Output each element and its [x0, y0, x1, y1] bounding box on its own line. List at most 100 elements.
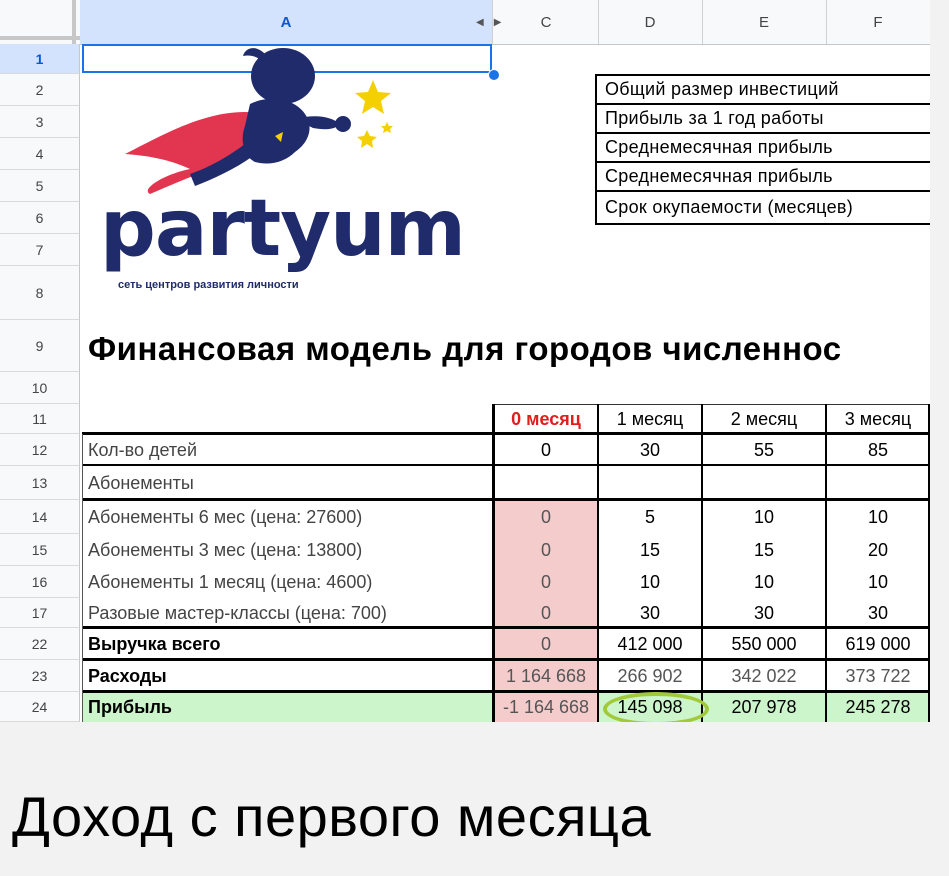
column-header-d[interactable]: D: [598, 0, 703, 44]
table-cell[interactable]: 85: [826, 434, 930, 466]
row-label[interactable]: Прибыль: [82, 692, 494, 722]
table-cell[interactable]: 619 000: [826, 628, 930, 660]
row-header[interactable]: 8: [0, 266, 80, 320]
table-cell[interactable]: 266 902: [598, 660, 702, 692]
row-header[interactable]: 2: [0, 74, 80, 106]
header-month-2[interactable]: 2 месяц: [702, 404, 826, 434]
row-header[interactable]: 1: [0, 44, 80, 74]
table-cell[interactable]: 30: [702, 598, 826, 628]
row-label[interactable]: Абонементы 3 мес (цена: 13800): [82, 534, 494, 566]
border-line: [492, 404, 495, 722]
header-month-3[interactable]: 3 месяц: [826, 404, 930, 434]
border-line: [82, 464, 930, 466]
table-cell[interactable]: 15: [598, 534, 702, 566]
row-header[interactable]: 14: [0, 500, 80, 534]
row-header[interactable]: 22: [0, 628, 80, 660]
highlight-oval: [603, 692, 709, 722]
table-cell[interactable]: 550 000: [702, 628, 826, 660]
column-header-e[interactable]: E: [702, 0, 827, 44]
star-icon: [381, 122, 393, 133]
row-header[interactable]: 17: [0, 598, 80, 628]
row-label[interactable]: Выручка всего: [82, 628, 494, 660]
table-cell[interactable]: 0: [494, 434, 598, 466]
table-cell[interactable]: 0: [494, 566, 598, 598]
row-header[interactable]: 15: [0, 534, 80, 566]
row-header[interactable]: 16: [0, 566, 80, 598]
table-cell[interactable]: 30: [598, 434, 702, 466]
border-line: [825, 404, 827, 722]
summary-item[interactable]: Среднемесячная прибыль: [597, 134, 930, 163]
table-cell[interactable]: 15: [702, 534, 826, 566]
border-line: [82, 690, 930, 693]
row-header[interactable]: 10: [0, 372, 80, 404]
border-line: [82, 432, 930, 435]
border-line: [597, 404, 599, 722]
border-line: [82, 434, 83, 722]
summary-item[interactable]: Общий размер инвестиций: [597, 76, 930, 105]
right-margin: [930, 0, 949, 722]
select-all-corner[interactable]: [0, 0, 81, 44]
table-cell[interactable]: 373 722: [826, 660, 930, 692]
row-header[interactable]: 23: [0, 660, 80, 692]
row-header[interactable]: 11: [0, 404, 80, 434]
arrow-left-icon[interactable]: ◀: [476, 17, 484, 28]
table-cell[interactable]: 30: [826, 598, 930, 628]
spreadsheet-view: A ◀ ▶ C D E F 1 2 3 4 5 6 7 8 9 10 11 12…: [0, 0, 930, 722]
row-label[interactable]: Абонементы: [82, 466, 494, 500]
summary-item[interactable]: Среднемесячная прибыль: [597, 163, 930, 192]
border-line: [82, 626, 930, 629]
row-label[interactable]: Расходы: [82, 660, 494, 692]
header-month-0[interactable]: 0 месяц: [494, 404, 598, 434]
table-cell[interactable]: 20: [826, 534, 930, 566]
table-cell[interactable]: 0: [494, 628, 598, 660]
table-cell[interactable]: 5: [598, 500, 702, 534]
column-header-f[interactable]: F: [826, 0, 930, 44]
table-cell[interactable]: 412 000: [598, 628, 702, 660]
summary-item[interactable]: Прибыль за 1 год работы: [597, 105, 930, 134]
summary-box: Общий размер инвестиций Прибыль за 1 год…: [595, 74, 930, 225]
star-icon: [355, 80, 391, 114]
row-header[interactable]: 24: [0, 692, 80, 722]
table-cell[interactable]: 55: [702, 434, 826, 466]
star-icon: [357, 130, 377, 148]
row-header[interactable]: 5: [0, 170, 80, 202]
table-cell[interactable]: 0: [494, 500, 598, 534]
hero-body: [242, 98, 310, 164]
border-line: [82, 498, 930, 501]
row-header[interactable]: 9: [0, 320, 80, 372]
table-cell[interactable]: 30: [598, 598, 702, 628]
row-header[interactable]: 7: [0, 234, 80, 266]
table-cell[interactable]: 0: [494, 534, 598, 566]
table-cell[interactable]: 342 022: [702, 660, 826, 692]
row-header[interactable]: 4: [0, 138, 80, 170]
fill-handle[interactable]: [488, 69, 500, 81]
column-header-a[interactable]: A: [80, 0, 493, 44]
summary-item[interactable]: Срок окупаемости (месяцев): [597, 192, 930, 225]
table-cell[interactable]: 10: [702, 566, 826, 598]
row-header[interactable]: 3: [0, 106, 80, 138]
sheet-title[interactable]: Финансовая модель для городов численнос: [88, 330, 842, 368]
table-cell[interactable]: 10: [826, 566, 930, 598]
logo-tagline: сеть центров развития личности: [118, 279, 299, 291]
caption-text: Доход с первого месяца: [12, 785, 652, 848]
row-label[interactable]: Кол-во детей: [82, 434, 494, 466]
table-cell[interactable]: 0: [494, 598, 598, 628]
border-line: [82, 658, 930, 661]
row-header[interactable]: 12: [0, 434, 80, 466]
table-cell[interactable]: 10: [702, 500, 826, 534]
border-line: [701, 404, 703, 722]
row-header[interactable]: 6: [0, 202, 80, 234]
row-label[interactable]: Абонементы 6 мес (цена: 27600): [82, 500, 494, 534]
table-cell[interactable]: 10: [826, 500, 930, 534]
row-header[interactable]: 13: [0, 466, 80, 500]
row-label[interactable]: Абонементы 1 месяц (цена: 4600): [82, 566, 494, 598]
row-label[interactable]: Разовые мастер-классы (цена: 700): [82, 598, 494, 628]
table-cell[interactable]: 10: [598, 566, 702, 598]
column-header-c[interactable]: C: [494, 0, 599, 44]
table-cell[interactable]: 245 278: [826, 692, 930, 722]
table-cell[interactable]: 207 978: [702, 692, 826, 722]
logo-wordmark: partyum: [100, 184, 466, 274]
table-cell[interactable]: 1 164 668: [494, 660, 598, 692]
table-cell[interactable]: -1 164 668: [494, 692, 598, 722]
header-month-1[interactable]: 1 месяц: [598, 404, 702, 434]
